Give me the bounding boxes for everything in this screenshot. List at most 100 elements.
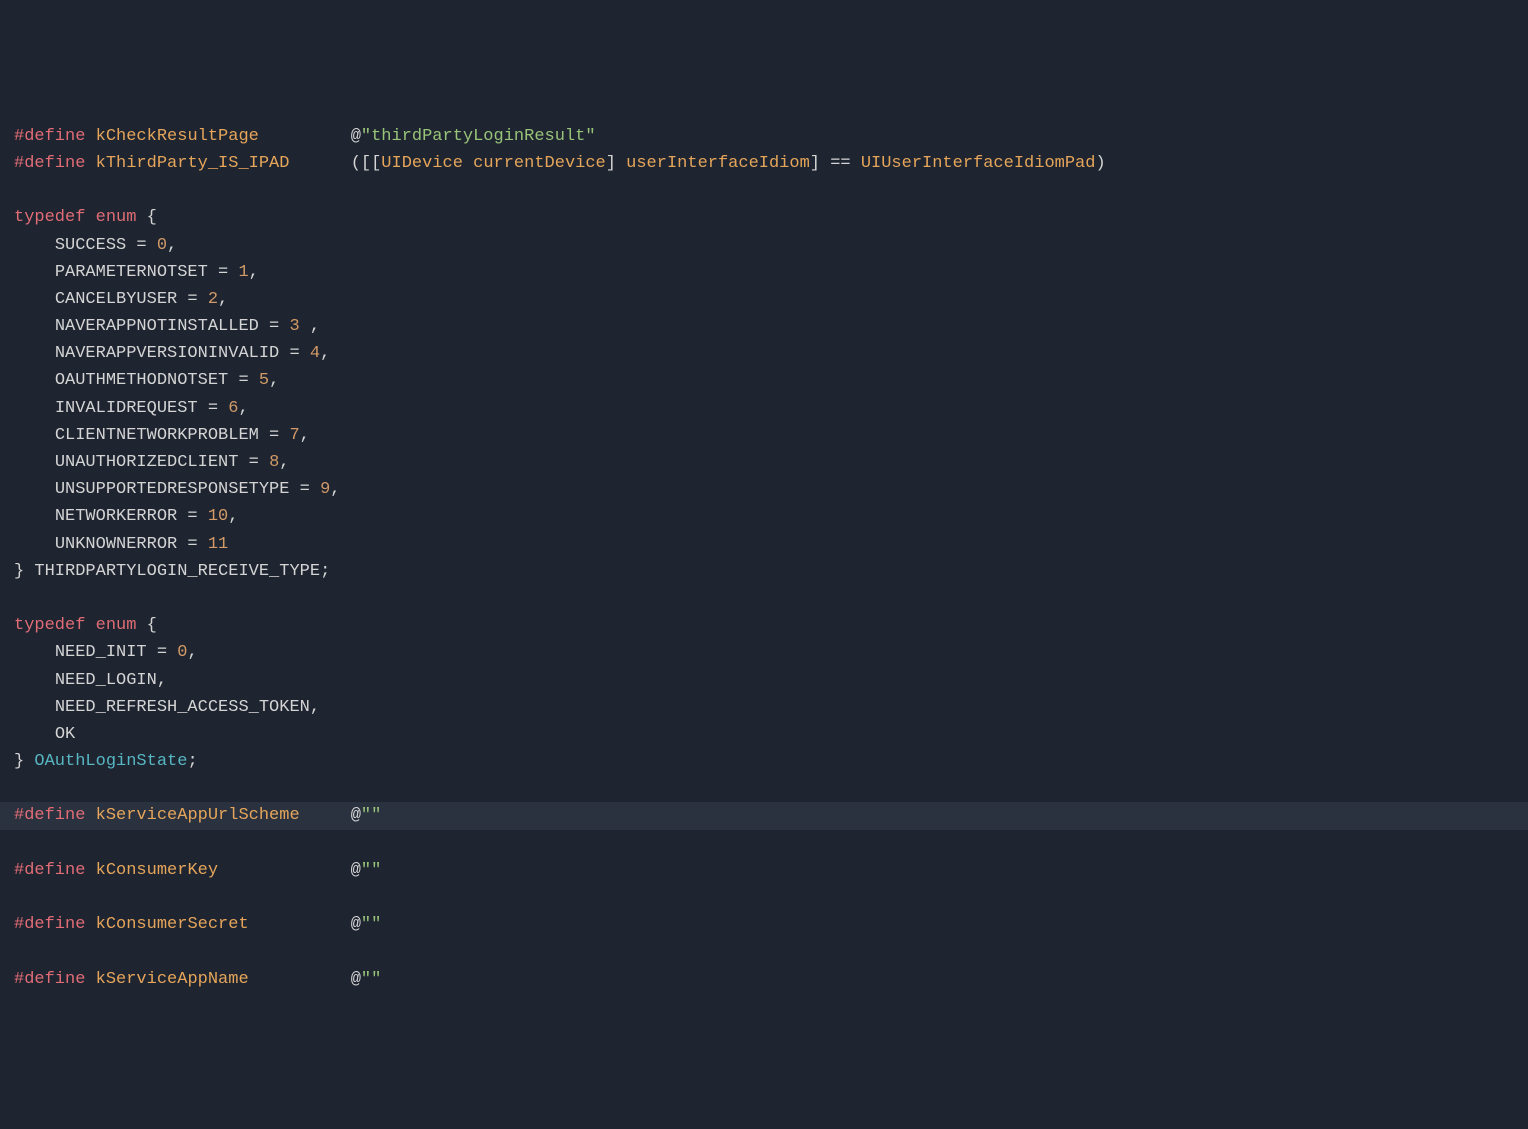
code-line: NAVERAPPNOTINSTALLED = 3 , (14, 313, 1514, 340)
enum-member: UNKNOWNERROR (55, 535, 177, 554)
directive-token: #define (14, 806, 85, 825)
code-line: CLIENTNETWORKPROBLEM = 7, (14, 422, 1514, 449)
code-line (14, 177, 1514, 204)
brace: { (147, 616, 157, 635)
punct: ([[ (351, 154, 382, 173)
number: 5 (259, 371, 269, 390)
macro-name: kCheckResultPage (96, 127, 259, 146)
number: 0 (177, 643, 187, 662)
number: 10 (208, 507, 228, 526)
enum-member: UNAUTHORIZEDCLIENT (55, 453, 239, 472)
code-line: PARAMETERNOTSET = 1, (14, 259, 1514, 286)
number: 8 (269, 453, 279, 472)
brace: } (14, 562, 34, 581)
keyword: typedef (14, 616, 85, 635)
enum-member: CANCELBYUSER (55, 290, 177, 309)
enum-member: NETWORKERROR (55, 507, 177, 526)
code-line (14, 884, 1514, 911)
directive-token: #define (14, 861, 85, 880)
keyword: enum (96, 616, 137, 635)
macro-name: kServiceAppUrlScheme (96, 806, 300, 825)
directive-token: #define (14, 970, 85, 989)
macro-name: kConsumerSecret (96, 915, 249, 934)
code-line: NEED_REFRESH_ACCESS_TOKEN, (14, 694, 1514, 721)
code-line (14, 938, 1514, 965)
macro-name: kConsumerKey (96, 861, 218, 880)
number: 4 (310, 344, 320, 363)
brace: { (147, 208, 157, 227)
macro-name: kServiceAppName (96, 970, 249, 989)
at-sign: @ (351, 861, 361, 880)
at-sign: @ (351, 915, 361, 934)
number: 11 (208, 535, 228, 554)
number: 3 (289, 317, 299, 336)
code-line: NETWORKERROR = 10, (14, 503, 1514, 530)
directive-token: #define (14, 127, 85, 146)
string-literal: "" (361, 970, 381, 989)
directive-token: #define (14, 154, 85, 173)
code-line (14, 830, 1514, 857)
code-line: } THIRDPARTYLOGIN_RECEIVE_TYPE; (14, 558, 1514, 585)
code-line: #define kServiceAppName @"" (14, 966, 1514, 993)
code-line: CANCELBYUSER = 2, (14, 286, 1514, 313)
macro-name: kThirdParty_IS_IPAD (96, 154, 290, 173)
keyword: typedef (14, 208, 85, 227)
code-line: NEED_INIT = 0, (14, 639, 1514, 666)
code-line: OK (14, 721, 1514, 748)
code-line: typedef enum { (14, 204, 1514, 231)
at-sign: @ (351, 127, 361, 146)
code-line (14, 775, 1514, 802)
code-editor[interactable]: #define kCheckResultPage @"thirdPartyLog… (14, 123, 1514, 993)
enum-member: CLIENTNETWORKPROBLEM (55, 426, 259, 445)
string-literal: "thirdPartyLoginResult" (361, 127, 596, 146)
directive-token: #define (14, 915, 85, 934)
brace: } (14, 752, 34, 771)
number: 2 (208, 290, 218, 309)
method-name: userInterfaceIdiom (626, 154, 810, 173)
number: 6 (228, 399, 238, 418)
string-literal: "" (361, 915, 381, 934)
code-line: typedef enum { (14, 612, 1514, 639)
code-line (14, 585, 1514, 612)
code-line: UNSUPPORTEDRESPONSETYPE = 9, (14, 476, 1514, 503)
at-sign: @ (351, 806, 361, 825)
code-line: } OAuthLoginState; (14, 748, 1514, 775)
code-line: #define kCheckResultPage @"thirdPartyLog… (14, 123, 1514, 150)
class-name: UIDevice (381, 154, 463, 173)
code-line: #define kConsumerKey @"" (14, 857, 1514, 884)
enum-member: NEED_LOGIN (55, 671, 157, 690)
number: 1 (238, 263, 248, 282)
enum-member: INVALIDREQUEST (55, 399, 198, 418)
enum-member: NEED_REFRESH_ACCESS_TOKEN (55, 698, 310, 717)
number: 7 (289, 426, 299, 445)
number: 0 (157, 236, 167, 255)
code-line: NAVERAPPVERSIONINVALID = 4, (14, 340, 1514, 367)
type-name: THIRDPARTYLOGIN_RECEIVE_TYPE (34, 562, 320, 581)
operator: == (830, 154, 850, 173)
enum-member: NAVERAPPNOTINSTALLED (55, 317, 259, 336)
enum-member: NAVERAPPVERSIONINVALID (55, 344, 279, 363)
constant: UIUserInterfaceIdiomPad (861, 154, 1096, 173)
enum-member: SUCCESS (55, 236, 126, 255)
method-name: currentDevice (473, 154, 606, 173)
string-literal: "" (361, 861, 381, 880)
string-literal: "" (361, 806, 381, 825)
punct: ] (606, 154, 616, 173)
code-line: NEED_LOGIN, (14, 667, 1514, 694)
code-line-highlighted: #define kServiceAppUrlScheme @"" (0, 802, 1528, 829)
at-sign: @ (351, 970, 361, 989)
code-line: #define kConsumerSecret @"" (14, 911, 1514, 938)
code-line: UNAUTHORIZEDCLIENT = 8, (14, 449, 1514, 476)
type-name: OAuthLoginState (34, 752, 187, 771)
code-line: SUCCESS = 0, (14, 232, 1514, 259)
enum-member: PARAMETERNOTSET (55, 263, 208, 282)
number: 9 (320, 480, 330, 499)
enum-member: NEED_INIT (55, 643, 147, 662)
enum-member: OK (55, 725, 75, 744)
code-line: UNKNOWNERROR = 11 (14, 531, 1514, 558)
code-line: INVALIDREQUEST = 6, (14, 395, 1514, 422)
keyword: enum (96, 208, 137, 227)
code-line: #define kThirdParty_IS_IPAD ([[UIDevice … (14, 150, 1514, 177)
enum-member: UNSUPPORTEDRESPONSETYPE (55, 480, 290, 499)
punct: ) (1095, 154, 1105, 173)
